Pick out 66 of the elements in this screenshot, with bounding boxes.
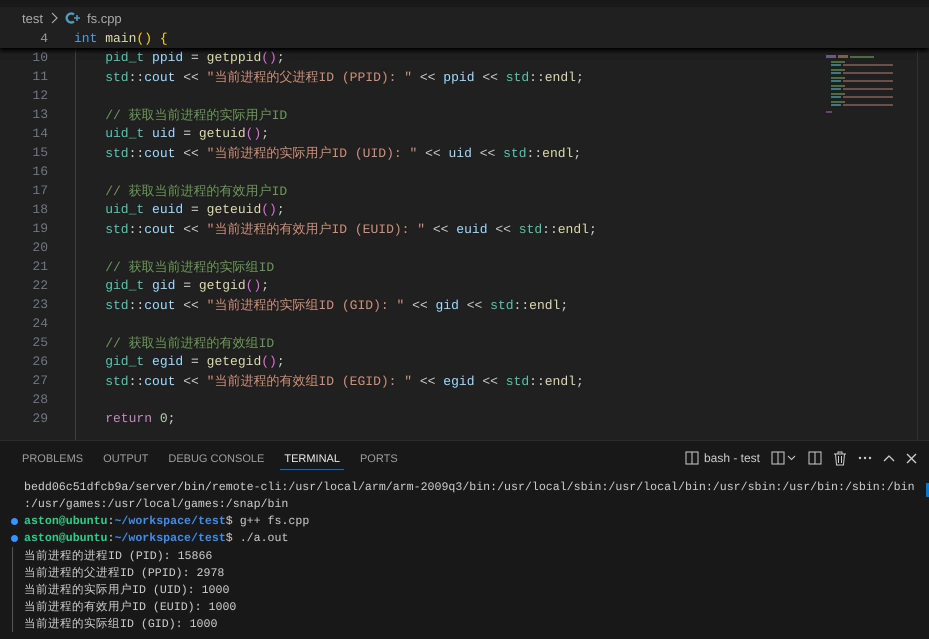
panel-tab[interactable]: OUTPUT <box>99 446 152 470</box>
terminal-output: 当前进程的父进程ID (PPID): 2978 <box>24 566 224 580</box>
code-line: return 0; <box>105 411 176 426</box>
line-number: 22 <box>31 278 48 293</box>
panel-tab[interactable]: DEBUG CONSOLE <box>164 446 268 470</box>
command-success-dot <box>11 518 18 525</box>
minimap-drawing[interactable] <box>826 53 896 115</box>
line-number: 14 <box>31 126 48 141</box>
line-number: 4 <box>39 31 48 46</box>
terminal-prompt: aston@ubuntu:~/workspace/test$ ./a.out <box>24 532 288 545</box>
code-line: std::cout << "当前进程的有效组ID (EGID): " << egid << std::endl; <box>105 372 584 390</box>
panel-tab[interactable]: TERMINAL <box>280 446 344 470</box>
line-number: 16 <box>31 164 48 179</box>
terminal-selector[interactable]: bash - test <box>684 451 760 465</box>
line-number: 23 <box>31 297 48 312</box>
line-number: 20 <box>31 240 48 255</box>
terminal-output: bedd06c51dfcb9a/server/bin/remote-cli:/usr/local/arm/arm-2009q3/bin:/usr/local/sbin:/usr/local/bin:/usr/sbin:/usr/bin:/sbin:/bin <box>24 481 915 494</box>
terminal-output: 当前进程的实际用户ID (UID): 1000 <box>24 582 230 597</box>
more-icon[interactable] <box>858 456 872 460</box>
line-number: 12 <box>31 88 48 103</box>
line-number: 24 <box>31 316 48 331</box>
line-number: 11 <box>31 69 48 84</box>
line-number: 10 <box>31 50 48 65</box>
line-number: 13 <box>31 107 48 122</box>
code-line: int main() { <box>74 31 168 46</box>
line-number: 17 <box>31 183 48 198</box>
panel-tab[interactable]: PORTS <box>356 446 402 470</box>
code-line: std::cout << "当前进程的实际组ID (GID): " << gid << std::endl; <box>105 296 568 314</box>
split-icon[interactable] <box>808 451 822 465</box>
code-line: gid_t egid = getegid(); <box>105 354 285 369</box>
line-number: 15 <box>31 145 48 160</box>
cpp-file-icon <box>64 11 81 25</box>
code-line: // 获取当前进程的有效用户ID <box>105 182 288 200</box>
line-number: 29 <box>31 411 48 426</box>
code-line: uid_t euid = geteuid(); <box>105 202 285 217</box>
code-line: gid_t gid = getgid(); <box>105 278 270 293</box>
line-number: 21 <box>31 259 48 274</box>
chevron-right-icon <box>50 12 58 24</box>
close-icon[interactable] <box>906 452 917 464</box>
terminal-output: 当前进程的有效用户ID (EUID): 1000 <box>24 599 236 614</box>
line-number: 25 <box>31 335 48 350</box>
code-line: // 获取当前进程的实际用户ID <box>105 106 288 124</box>
line-number: 19 <box>31 221 48 236</box>
code-line: std::cout << "当前进程的实际用户ID (UID): " << uid << std::endl; <box>105 144 582 162</box>
terminal-output: :/usr/games:/usr/local/games:/snap/bin <box>24 498 288 511</box>
code-line: // 获取当前进程的有效组ID <box>105 334 274 352</box>
terminal-output: 当前进程的实际组ID (GID): 1000 <box>24 616 218 631</box>
split-terminal-icon[interactable] <box>771 451 797 465</box>
code-line: std::cout << "当前进程的父进程ID (PPID): " << ppid << std::endl; <box>105 68 584 86</box>
code-line: std::cout << "当前进程的有效用户ID (EUID): " << euid << std::endl; <box>105 220 597 238</box>
terminal-icon <box>684 451 699 465</box>
terminal-prompt: aston@ubuntu:~/workspace/test$ g++ fs.cpp <box>24 515 310 528</box>
panel-tab[interactable]: PROBLEMS <box>18 446 88 470</box>
code-line: // 获取当前进程的实际组ID <box>105 258 274 276</box>
line-number: 18 <box>31 202 48 217</box>
line-number: 28 <box>31 392 48 407</box>
breadcrumb-folder[interactable]: test <box>22 10 43 26</box>
command-success-dot <box>11 535 18 542</box>
line-number: 26 <box>31 354 48 369</box>
line-number: 27 <box>31 373 48 388</box>
code-line: uid_t uid = getuid(); <box>105 126 270 141</box>
chevron-up-icon[interactable] <box>883 454 895 462</box>
breadcrumb-file[interactable]: fs.cpp <box>86 10 122 26</box>
terminal-output: 当前进程的进程ID (PID): 15866 <box>24 548 212 563</box>
code-line: pid_t ppid = getppid(); <box>105 50 285 65</box>
trash-icon[interactable] <box>833 450 847 466</box>
